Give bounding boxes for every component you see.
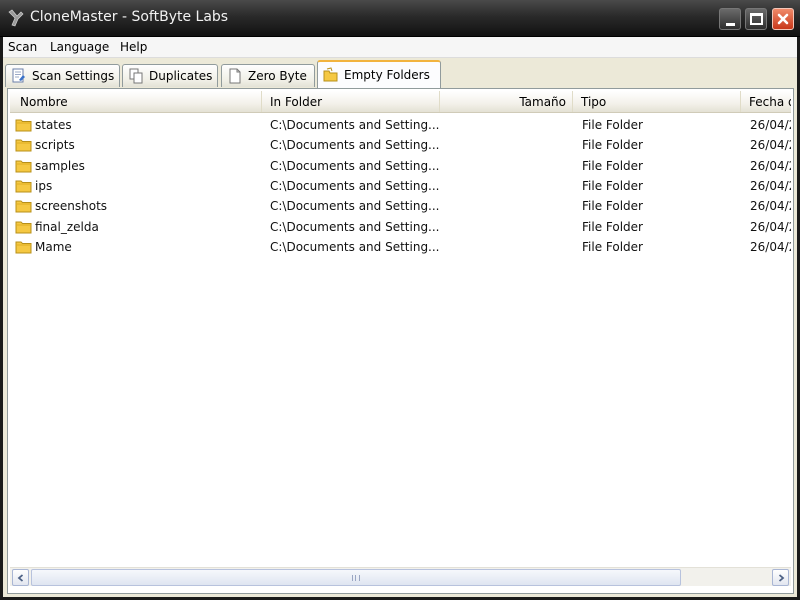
tab-label: Zero Byte xyxy=(248,69,307,83)
chevron-right-icon xyxy=(778,573,784,582)
empty-folders-list: Nombre In Folder Tamaño Tipo Fecha d sta… xyxy=(7,88,794,594)
table-row[interactable]: states C:\Documents and Setting... File Fo… xyxy=(10,115,791,135)
folder-icon xyxy=(15,199,33,213)
name-cell: final_zelda xyxy=(15,220,99,234)
minimize-button[interactable] xyxy=(719,8,741,30)
folder-icon xyxy=(15,159,33,173)
name-cell: Mame xyxy=(15,240,72,254)
table-row[interactable]: screenshots C:\Documents and Setting... Fi… xyxy=(10,196,791,216)
folder-icon xyxy=(15,220,33,234)
close-icon xyxy=(777,13,789,25)
folder-name: final_zelda xyxy=(35,219,99,234)
tab-duplicates[interactable]: Duplicates xyxy=(122,64,218,87)
column-header-in-folder[interactable]: In Folder xyxy=(262,91,440,112)
name-cell: samples xyxy=(15,159,85,173)
folder-name: samples xyxy=(35,158,85,173)
tab-empty-folders[interactable]: Empty Folders xyxy=(317,60,441,88)
grip-icon xyxy=(352,575,360,581)
list-rows: states C:\Documents and Setting... File Fo… xyxy=(10,115,791,560)
window-title: CloneMaster - SoftByte Labs xyxy=(30,9,229,25)
date-cell: 26/04/20 xyxy=(750,138,791,153)
list-header: Nombre In Folder Tamaño Tipo Fecha d xyxy=(10,91,791,113)
menu-bar: Scan Language Help xyxy=(3,37,797,58)
table-row[interactable]: ips C:\Documents and Setting... File Folde… xyxy=(10,176,791,196)
in-folder-cell: C:\Documents and Setting... xyxy=(270,138,440,153)
folder-name: states xyxy=(35,118,72,132)
type-cell: File Folder xyxy=(582,118,643,132)
date-cell: 26/04/20 xyxy=(750,158,791,173)
scroll-left-button[interactable] xyxy=(12,569,29,586)
clone-master-icon xyxy=(6,8,26,28)
window-client: Scan Language Help Scan Settings Duplica… xyxy=(3,37,797,597)
tab-label: Scan Settings xyxy=(32,69,115,83)
maximize-button[interactable] xyxy=(745,8,767,30)
duplicates-icon xyxy=(127,67,145,85)
column-header-nombre[interactable]: Nombre xyxy=(10,91,262,112)
date-cell: 26/04/20 xyxy=(750,118,791,132)
table-row[interactable]: final_zelda C:\Documents and Setting... Fi… xyxy=(10,217,791,237)
scan-settings-icon xyxy=(10,67,28,85)
folder-icon xyxy=(15,240,33,254)
type-cell: File Folder xyxy=(582,199,643,214)
column-header-tipo[interactable]: Tipo xyxy=(573,91,741,112)
menu-language[interactable]: Language xyxy=(50,40,109,54)
folder-icon xyxy=(15,138,33,152)
name-cell: scripts xyxy=(15,138,75,152)
column-header-tamano[interactable]: Tamaño xyxy=(440,91,573,112)
table-row[interactable]: scripts C:\Documents and Setting... File F… xyxy=(10,135,791,155)
tab-label: Duplicates xyxy=(149,69,213,83)
in-folder-cell: C:\Documents and Setting... xyxy=(270,158,440,173)
folder-name: ips xyxy=(35,178,53,193)
folder-name: scripts xyxy=(35,138,75,153)
in-folder-cell: C:\Documents and Setting... xyxy=(270,199,440,214)
type-cell: File Folder xyxy=(582,178,643,193)
folder-name: Mame xyxy=(35,239,72,254)
tab-zero-byte[interactable]: Zero Byte xyxy=(221,64,315,87)
table-row[interactable]: Mame C:\Documents and Setting... File Fold… xyxy=(10,237,791,257)
type-cell: File Folder xyxy=(582,219,643,234)
folder-name: screenshots xyxy=(35,199,108,214)
in-folder-cell: C:\Documents and Setting... xyxy=(270,219,440,234)
in-folder-cell: C:\Documents and Setting... xyxy=(270,239,440,254)
horizontal-scrollbar[interactable] xyxy=(10,567,791,586)
name-cell: ips xyxy=(15,179,52,193)
chevron-left-icon xyxy=(17,573,23,582)
tab-label: Empty Folders xyxy=(344,68,430,82)
date-cell: 26/04/20 xyxy=(750,178,791,193)
maximize-icon xyxy=(749,13,763,25)
menu-scan[interactable]: Scan xyxy=(8,40,37,54)
table-row[interactable]: samples C:\Documents and Setting... File F… xyxy=(10,156,791,176)
scroll-thumb[interactable] xyxy=(31,569,681,586)
zero-byte-icon xyxy=(226,67,244,85)
menu-help[interactable]: Help xyxy=(120,40,147,54)
folder-icon xyxy=(15,179,33,193)
type-cell: File Folder xyxy=(582,158,643,173)
title-bar[interactable]: CloneMaster - SoftByte Labs xyxy=(0,0,800,37)
tab-strip: Scan Settings Duplicates Zero Byte Empty… xyxy=(3,58,797,88)
in-folder-cell: C:\Documents and Setting... xyxy=(270,118,440,132)
folder-icon xyxy=(15,118,33,132)
close-button[interactable] xyxy=(772,8,794,30)
empty-folders-icon xyxy=(322,66,340,84)
minimize-icon xyxy=(725,22,735,26)
date-cell: 26/04/20 xyxy=(750,219,791,234)
tab-scan-settings[interactable]: Scan Settings xyxy=(5,64,120,87)
date-cell: 26/04/20 xyxy=(750,199,791,214)
type-cell: File Folder xyxy=(582,138,643,153)
in-folder-cell: C:\Documents and Setting... xyxy=(270,178,440,193)
type-cell: File Folder xyxy=(582,239,643,254)
name-cell: states xyxy=(15,118,72,132)
scroll-right-button[interactable] xyxy=(772,569,789,586)
date-cell: 26/04/20 xyxy=(750,239,791,254)
column-header-fecha[interactable]: Fecha d xyxy=(741,91,791,112)
name-cell: screenshots xyxy=(15,199,107,213)
